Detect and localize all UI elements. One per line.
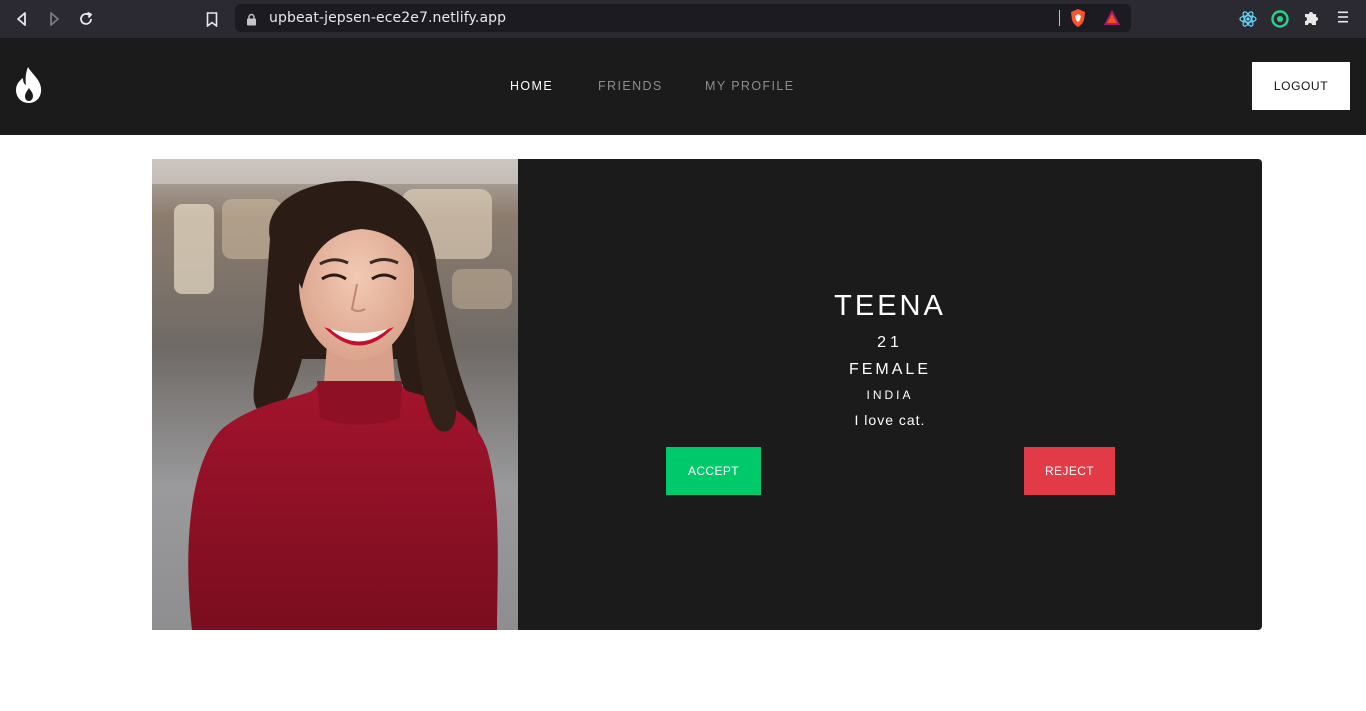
profile-card: TEENA 21 FEMALE INDIA I love cat. ACCEPT… [152, 159, 1262, 630]
profile-name: TEENA [834, 290, 946, 322]
back-icon[interactable] [12, 9, 32, 29]
menu-icon[interactable] [1335, 9, 1355, 29]
profile-age: 21 [877, 334, 903, 351]
brave-shield-icon[interactable] [1069, 8, 1087, 32]
nav-home[interactable]: HOME [510, 79, 553, 93]
url-divider [1059, 10, 1060, 26]
puzzle-icon[interactable] [1302, 9, 1322, 29]
profile-country: INDIA [866, 388, 914, 402]
address-bar[interactable]: upbeat-jepsen-ece2e7.netlify.app [235, 4, 1131, 32]
reload-icon[interactable] [76, 9, 96, 29]
reject-button[interactable]: REJECT [1024, 447, 1115, 495]
accept-button[interactable]: ACCEPT [666, 447, 761, 495]
browser-toolbar: upbeat-jepsen-ece2e7.netlify.app [0, 0, 1366, 38]
app-header: HOME FRIENDS MY PROFILE LOGOUT [0, 38, 1366, 135]
profile-photo [152, 159, 518, 630]
flame-logo-icon[interactable] [14, 66, 44, 104]
logout-button[interactable]: LOGOUT [1252, 62, 1350, 110]
profile-info: TEENA 21 FEMALE INDIA I love cat. ACCEPT… [518, 159, 1262, 630]
profile-bio: I love cat. [854, 412, 926, 428]
profile-gender: FEMALE [848, 361, 931, 378]
brave-rewards-icon[interactable] [1103, 9, 1121, 30]
nav-friends[interactable]: FRIENDS [598, 79, 663, 93]
react-devtools-icon[interactable] [1238, 9, 1258, 29]
url-text: upbeat-jepsen-ece2e7.netlify.app [269, 10, 507, 26]
nav-my-profile[interactable]: MY PROFILE [705, 79, 794, 93]
lock-icon [246, 11, 257, 30]
bookmark-icon[interactable] [202, 9, 222, 29]
extension-ring-icon[interactable] [1270, 9, 1290, 29]
forward-icon[interactable] [44, 9, 64, 29]
